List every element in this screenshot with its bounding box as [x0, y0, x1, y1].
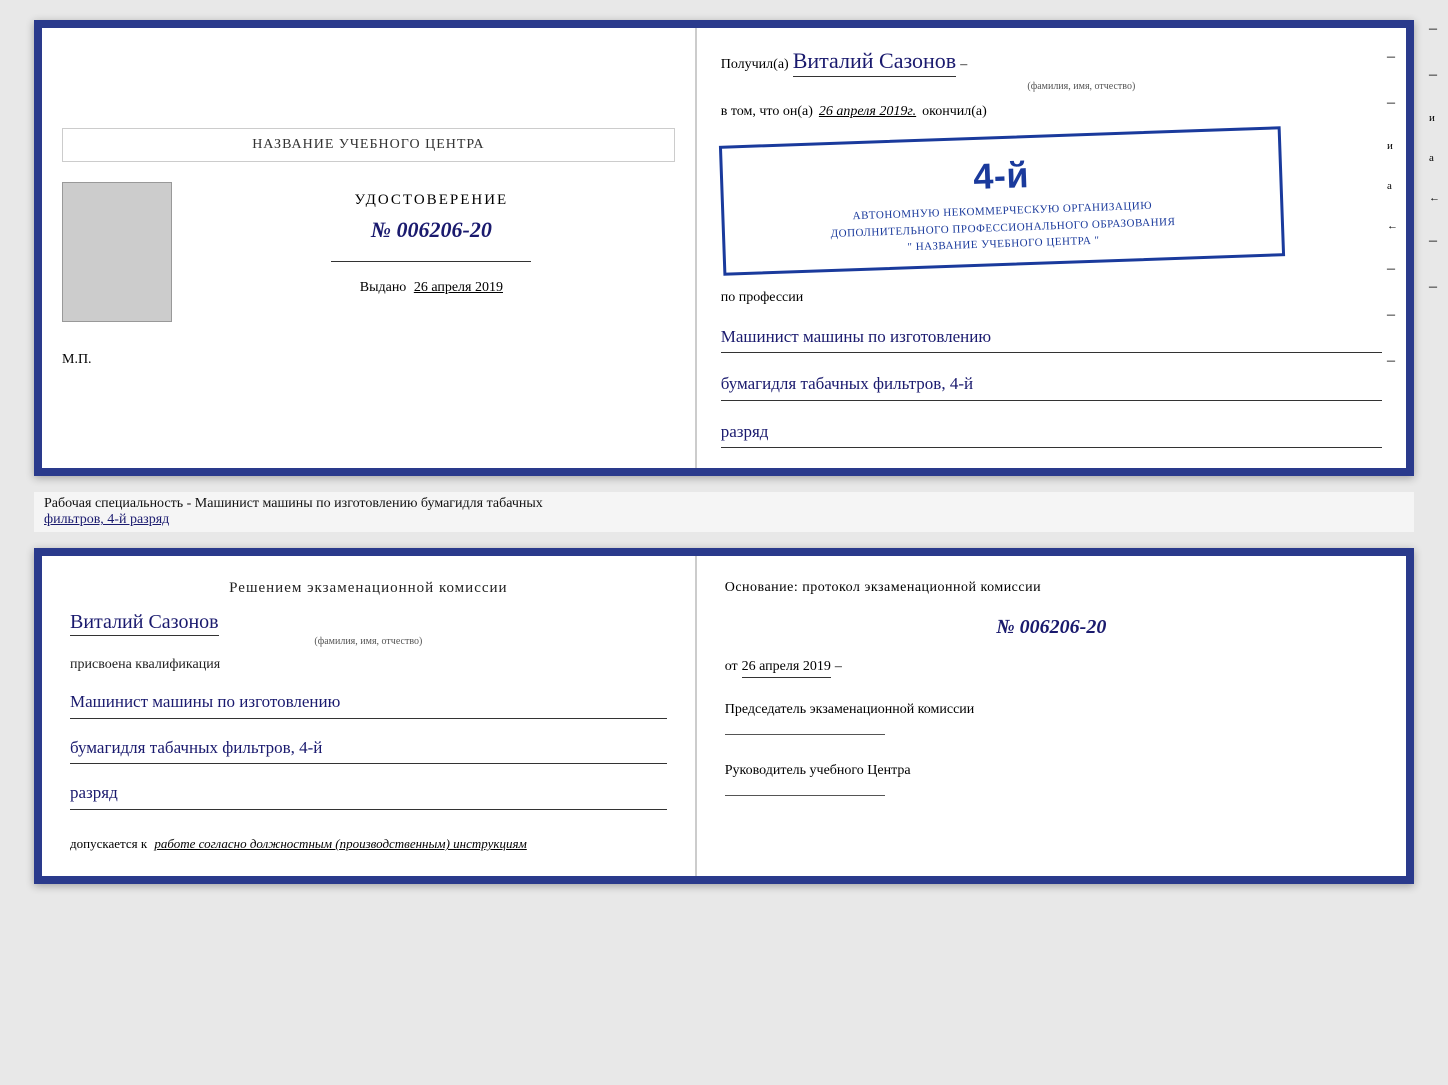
certificate-bottom: Решением экзаменационной комиссии Витали…: [34, 548, 1414, 884]
fio-label: (фамилия, имя, отчество): [781, 81, 1382, 92]
b-dash-2: –: [1429, 66, 1440, 84]
rukov-sig-line: [725, 795, 885, 796]
stamp-container: 4-й АВТОНОМНУЮ НЕКОММЕРЧЕСКУЮ ОРГАНИЗАЦИ…: [721, 132, 1382, 270]
dopusk-label: допускается к: [70, 836, 147, 851]
vtom-date: 26 апреля 2019г.: [819, 104, 916, 120]
b-dash-i: и: [1429, 112, 1440, 124]
cert-divider-line: [331, 261, 531, 262]
predsedatel-sig-line: [725, 734, 885, 735]
stamp: 4-й АВТОНОМНУЮ НЕКОММЕРЧЕСКУЮ ОРГАНИЗАЦИ…: [719, 126, 1285, 275]
vtom-row: в том, что он(а) 26 апреля 2019г. окончи…: [721, 104, 1382, 120]
bottom-qual-line3: разряд: [70, 778, 667, 810]
side-decoration: – – и а ← – – –: [1387, 48, 1398, 370]
bottom-qual-line2: бумагидля табачных фильтров, 4-й: [70, 733, 667, 765]
profession-line2: бумагидля табачных фильтров, 4-й: [721, 369, 1382, 401]
cert-photo: [62, 182, 172, 322]
dash-label: –: [960, 57, 967, 73]
rukov-label: Руководитель учебного Центра: [725, 763, 1378, 779]
vtom-label: в том, что он(а): [721, 104, 813, 120]
prisvoena-label: присвоена квалификация: [70, 657, 667, 673]
b-dash-arrow: ←: [1429, 192, 1440, 204]
b-dash-1: –: [1429, 20, 1440, 38]
side-dash-4: –: [1387, 306, 1398, 324]
prot-number: № 006206-20: [725, 616, 1378, 639]
cert-mp: М.П.: [62, 352, 92, 368]
bottom-name: Виталий Сазонов: [70, 611, 219, 636]
side-dash-a: а: [1387, 180, 1398, 192]
bottom-fio-label: (фамилия, имя, отчество): [70, 636, 667, 647]
cert-vydano: Выдано 26 апреля 2019: [360, 280, 503, 296]
b-dash-4: –: [1429, 278, 1440, 296]
cert-recipient-row: Получил(а) Виталий Сазонов – (фамилия, и…: [721, 48, 1382, 92]
cert-vydano-label: Выдано: [360, 280, 407, 295]
po-professii-label: по профессии: [721, 290, 1382, 306]
ot-dash: –: [835, 659, 842, 675]
okonchil-label: окончил(а): [922, 104, 987, 120]
cert-number: № 006206-20: [371, 217, 492, 243]
ot-date: 26 апреля 2019: [742, 659, 831, 678]
b-dash-3: –: [1429, 232, 1440, 250]
cert-body: УДОСТОВЕРЕНИЕ № 006206-20 Выдано 26 апре…: [62, 182, 675, 322]
middle-text-underline: фильтров, 4-й разряд: [44, 512, 169, 527]
predsedatel-label: Председатель экзаменационной комиссии: [725, 702, 1378, 718]
cert-udost-label: УДОСТОВЕРЕНИЕ: [355, 192, 509, 209]
bottom-left-panel: Решением экзаменационной комиссии Витали…: [42, 556, 697, 876]
cert-right-panel: Получил(а) Виталий Сазонов – (фамилия, и…: [697, 28, 1406, 468]
cert-left-text: УДОСТОВЕРЕНИЕ № 006206-20 Выдано 26 апре…: [188, 182, 675, 296]
certificate-top: НАЗВАНИЕ УЧЕБНОГО ЦЕНТРА УДОСТОВЕРЕНИЕ №…: [34, 20, 1414, 476]
side-dash-3: –: [1387, 260, 1398, 278]
middle-text-content: Рабочая специальность - Машинист машины …: [44, 496, 543, 511]
middle-text-line2: фильтров, 4-й разряд: [44, 512, 1404, 528]
ot-row: от 26 апреля 2019 –: [725, 659, 1378, 678]
side-dash-1: –: [1387, 48, 1398, 66]
osnov-label: Основание: протокол экзаменационной коми…: [725, 580, 1378, 596]
bottom-side-decoration: – – и а ← – –: [1429, 20, 1440, 296]
decision-title: Решением экзаменационной комиссии: [70, 580, 667, 597]
cert-vydano-date: 26 апреля 2019: [414, 280, 503, 295]
cert-center-name: НАЗВАНИЕ УЧЕБНОГО ЦЕНТРА: [62, 128, 675, 162]
recipient-name: Виталий Сазонов: [793, 48, 956, 77]
dopusk-text: работе согласно должностным (производств…: [154, 836, 526, 851]
profession-line1: Машинист машины по изготовлению: [721, 322, 1382, 354]
side-dash-i: и: [1387, 140, 1398, 152]
dopusk-row: допускается к работе согласно должностны…: [70, 836, 667, 852]
cert-left-panel: НАЗВАНИЕ УЧЕБНОГО ЦЕНТРА УДОСТОВЕРЕНИЕ №…: [42, 28, 697, 468]
b-dash-a: а: [1429, 152, 1440, 164]
profession-line3: разряд: [721, 417, 1382, 449]
side-dash-arrow: ←: [1387, 220, 1398, 232]
bottom-qual-line1: Машинист машины по изготовлению: [70, 687, 667, 719]
bottom-right-panel: Основание: протокол экзаменационной коми…: [697, 556, 1406, 876]
rukov-section: Руководитель учебного Центра: [725, 763, 1378, 800]
ot-label: от: [725, 659, 738, 675]
middle-text-band: Рабочая специальность - Машинист машины …: [34, 492, 1414, 532]
poluchil-label: Получил(а): [721, 57, 789, 73]
middle-text-line1: Рабочая специальность - Машинист машины …: [44, 496, 1404, 512]
predsedatel-section: Председатель экзаменационной комиссии: [725, 702, 1378, 739]
side-dash-2: –: [1387, 94, 1398, 112]
side-dash-5: –: [1387, 352, 1398, 370]
bottom-name-section: Виталий Сазонов (фамилия, имя, отчество): [70, 611, 667, 647]
